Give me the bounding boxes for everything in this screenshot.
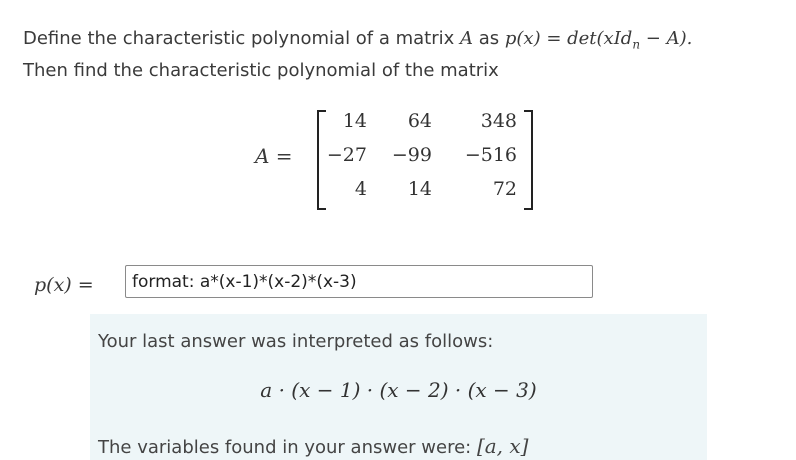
- matrix-cell: 348: [480, 110, 517, 132]
- matrix-right-bracket: [524, 110, 533, 210]
- question-as: as: [473, 28, 505, 49]
- answer-label: p(x) =: [34, 274, 94, 296]
- matrix-cell: 64: [407, 110, 432, 132]
- definition-subscript: n: [632, 37, 641, 52]
- matrix-cell: 14: [342, 110, 367, 132]
- matrix-cell: −27: [326, 144, 367, 166]
- question-line-1: Define the characteristic polynomial of …: [23, 28, 692, 52]
- variables-value: [a, x]: [476, 434, 529, 458]
- matrix-cell: −99: [391, 144, 432, 166]
- matrix-variable: A: [460, 28, 474, 49]
- definition-formula: p(x) = det(xId: [504, 28, 633, 49]
- answer-input[interactable]: [125, 265, 593, 298]
- matrix-cell: 14: [407, 178, 432, 200]
- answer-feedback-panel: Your last answer was interpreted as foll…: [90, 314, 707, 460]
- question-line-2: Then find the characteristic polynomial …: [23, 60, 499, 81]
- matrix-cell: 72: [492, 178, 517, 200]
- matrix-cell: 4: [354, 178, 367, 200]
- matrix-cell: −516: [464, 144, 517, 166]
- variables-label: The variables found in your answer were:: [98, 437, 477, 458]
- matrix-lhs: A =: [255, 144, 293, 168]
- question-text: Define the characteristic polynomial of …: [23, 28, 461, 49]
- interpreted-label: Your last answer was interpreted as foll…: [98, 331, 494, 352]
- definition-formula-end: − A).: [640, 28, 693, 49]
- interpreted-expression: a · (x − 1) · (x − 2) · (x − 3): [260, 378, 537, 402]
- variables-line: The variables found in your answer were:…: [98, 434, 528, 458]
